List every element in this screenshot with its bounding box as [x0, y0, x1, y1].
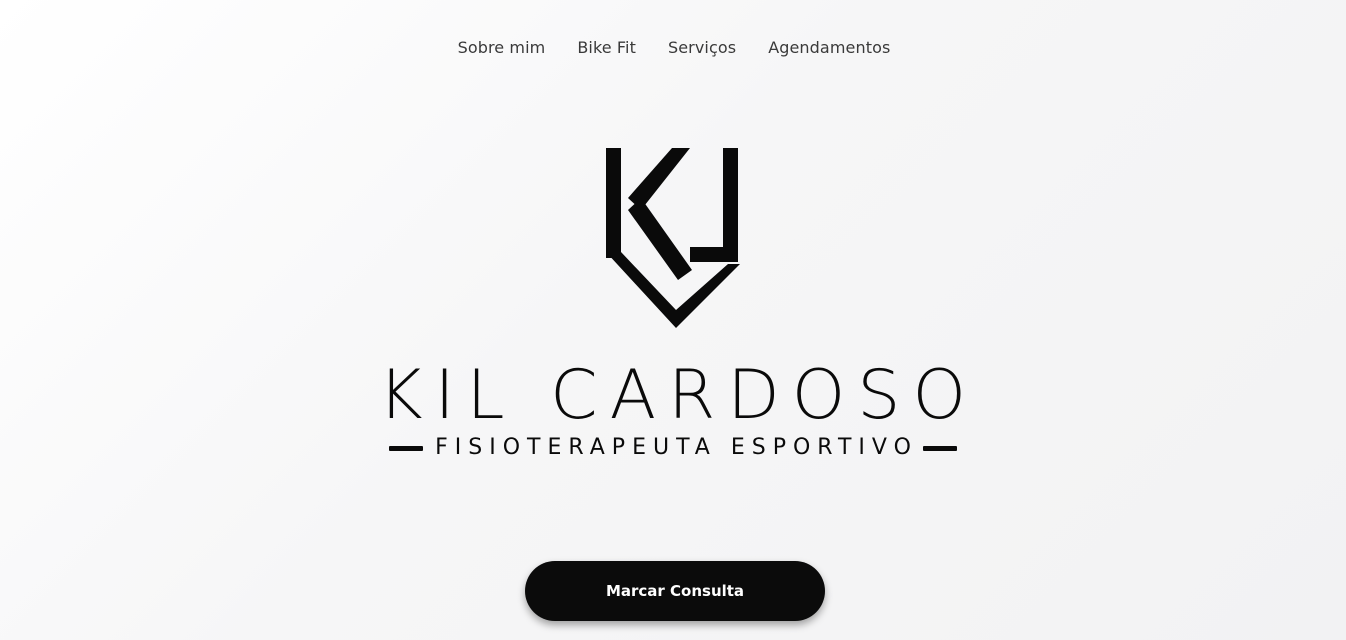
brand-logo: KIL CARDOSO FISIOTERAPEUTA ESPORTIVO: [0, 140, 1346, 470]
nav-link-bike-fit[interactable]: Bike Fit: [577, 36, 636, 60]
nav-link-sobre-mim[interactable]: Sobre mim: [458, 36, 546, 60]
brand-tagline-row: FISIOTERAPEUTA ESPORTIVO: [0, 434, 1346, 462]
brand-tagline: FISIOTERAPEUTA ESPORTIVO: [435, 435, 918, 460]
nav-link-servicos[interactable]: Serviços: [668, 36, 736, 60]
book-appointment-button[interactable]: Marcar Consulta: [525, 561, 825, 621]
brand-name: KIL CARDOSO: [378, 356, 978, 435]
tagline-left-rule: [389, 445, 424, 451]
main-navigation: Sobre mim Bike Fit Serviços Agendamentos: [0, 36, 1346, 60]
nav-link-agendamentos[interactable]: Agendamentos: [768, 36, 890, 60]
kc-monogram-icon: [606, 148, 740, 328]
nav-links: Sobre mim Bike Fit Serviços Agendamentos: [456, 36, 891, 60]
tagline-right-rule: [922, 445, 957, 451]
